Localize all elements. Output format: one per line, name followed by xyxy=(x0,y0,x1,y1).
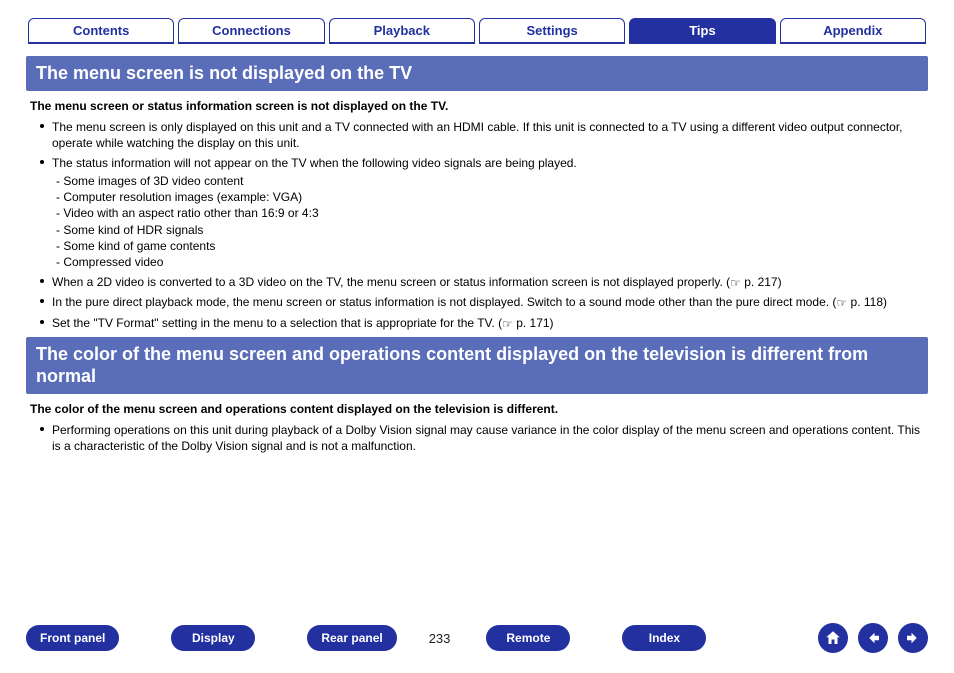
list-item-text-a: Set the "TV Format" setting in the menu … xyxy=(52,316,502,330)
page-reference[interactable]: ☞ p. 118) xyxy=(836,295,887,309)
next-page-button[interactable] xyxy=(898,623,928,653)
tab-contents[interactable]: Contents xyxy=(28,18,174,44)
list-item: Performing operations on this unit durin… xyxy=(52,422,924,454)
tab-settings[interactable]: Settings xyxy=(479,18,625,44)
subline: - Some images of 3D video content xyxy=(56,173,924,189)
page-reference-text: p. 171) xyxy=(513,316,554,330)
subline: - Compressed video xyxy=(56,254,924,270)
page-reference-text: p. 217) xyxy=(741,275,782,289)
top-nav-tabs: Contents Connections Playback Settings T… xyxy=(26,18,928,44)
section2-intro: The color of the menu screen and operati… xyxy=(30,402,924,416)
list-item: In the pure direct playback mode, the me… xyxy=(52,294,924,310)
section2-bullet-list: Performing operations on this unit durin… xyxy=(30,422,924,454)
page-reference[interactable]: ☞ p. 171) xyxy=(502,316,553,330)
tab-playback[interactable]: Playback xyxy=(329,18,475,44)
pointer-icon: ☞ xyxy=(836,295,847,311)
list-item: When a 2D video is converted to a 3D vid… xyxy=(52,274,924,290)
subline: - Some kind of game contents xyxy=(56,238,924,254)
page-reference[interactable]: ☞ p. 217) xyxy=(730,275,781,289)
pointer-icon: ☞ xyxy=(502,316,513,332)
index-button[interactable]: Index xyxy=(622,625,706,651)
section-heading-2: The color of the menu screen and operati… xyxy=(26,337,928,394)
rear-panel-button[interactable]: Rear panel xyxy=(307,625,396,651)
list-item-text-a: In the pure direct playback mode, the me… xyxy=(52,295,836,309)
home-button[interactable] xyxy=(818,623,848,653)
section-heading-1: The menu screen is not displayed on the … xyxy=(26,56,928,91)
list-item: The status information will not appear o… xyxy=(52,155,924,270)
tab-tips[interactable]: Tips xyxy=(629,18,775,44)
tab-connections[interactable]: Connections xyxy=(178,18,324,44)
arrow-left-icon xyxy=(864,629,882,647)
subline: - Video with an aspect ratio other than … xyxy=(56,205,924,221)
page-reference-text: p. 118) xyxy=(847,295,887,309)
footer-nav: Front panel Display Rear panel 233 Remot… xyxy=(26,623,928,653)
list-item: The menu screen is only displayed on thi… xyxy=(52,119,924,151)
list-item-text-a: When a 2D video is converted to a 3D vid… xyxy=(52,275,730,289)
list-item: Set the "TV Format" setting in the menu … xyxy=(52,315,924,331)
remote-button[interactable]: Remote xyxy=(486,625,570,651)
prev-page-button[interactable] xyxy=(858,623,888,653)
page-number: 233 xyxy=(429,631,451,646)
display-button[interactable]: Display xyxy=(171,625,255,651)
subline: - Computer resolution images (example: V… xyxy=(56,189,924,205)
pointer-icon: ☞ xyxy=(730,275,741,291)
subline: - Some kind of HDR signals xyxy=(56,222,924,238)
arrow-right-icon xyxy=(904,629,922,647)
list-item-text: The status information will not appear o… xyxy=(52,156,577,170)
tab-appendix[interactable]: Appendix xyxy=(780,18,926,44)
section1-bullet-list: The menu screen is only displayed on thi… xyxy=(30,119,924,331)
front-panel-button[interactable]: Front panel xyxy=(26,625,119,651)
home-icon xyxy=(824,629,842,647)
section1-intro: The menu screen or status information sc… xyxy=(30,99,924,113)
